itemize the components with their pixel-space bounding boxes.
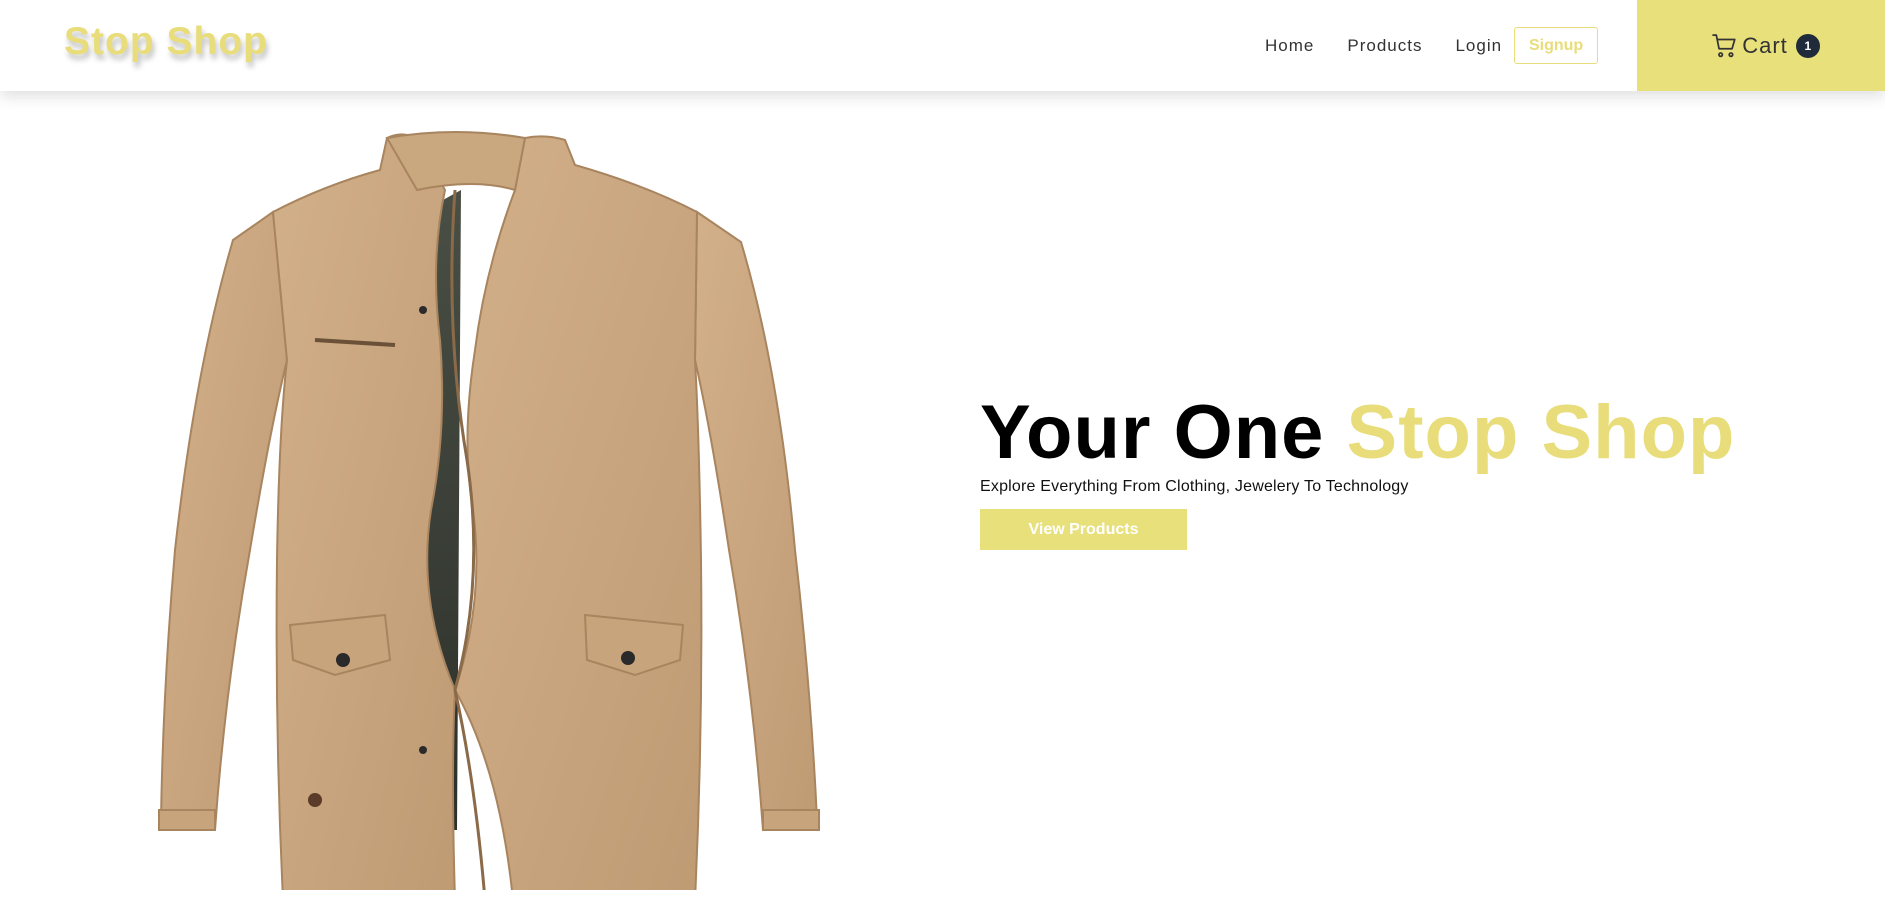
cart-icon [1712, 33, 1736, 57]
headline-accent-text: Stop Shop [1346, 390, 1736, 475]
nav-link-login[interactable]: Login [1455, 36, 1502, 56]
cart-button[interactable]: Cart 1 [1637, 0, 1885, 91]
main-nav: Home Products Login Signup [1265, 0, 1599, 91]
signup-button[interactable]: Signup [1514, 27, 1599, 64]
cart-label: Cart [1742, 32, 1788, 58]
page: Stop Shop Home Products Login Signup Car… [0, 0, 1885, 905]
hero-content: Your One Stop Shop Explore Everything Fr… [980, 388, 1735, 550]
view-products-button[interactable]: View Products [980, 509, 1187, 550]
nav-link-products[interactable]: Products [1347, 36, 1422, 56]
headline-dark-text: Your One [980, 390, 1325, 475]
site-header: Stop Shop Home Products Login Signup Car… [0, 0, 1885, 91]
cart-count-badge: 1 [1795, 33, 1820, 58]
khaki-jacket-image [158, 131, 820, 890]
hero-subline: Explore Everything From Clothing, Jewele… [980, 478, 1409, 495]
brand-logo[interactable]: Stop Shop [64, 20, 268, 64]
hero-headline: Your One Stop Shop [980, 388, 1735, 478]
nav-link-home[interactable]: Home [1265, 36, 1314, 56]
